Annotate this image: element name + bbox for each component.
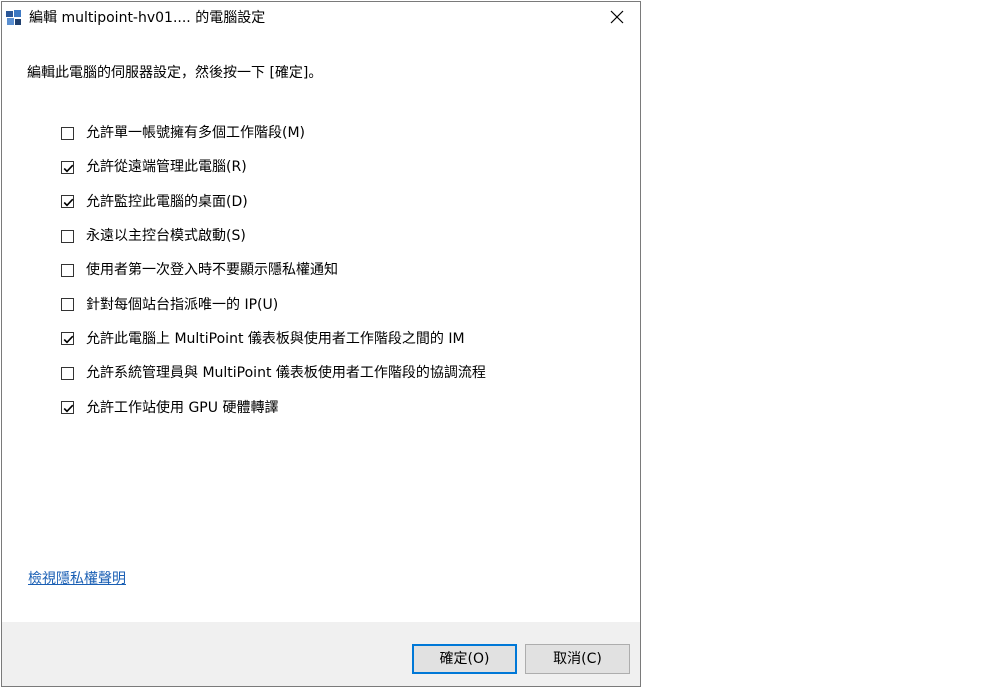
option-label: 針對每個站台指派唯一的 IP(U) <box>86 296 279 313</box>
settings-option[interactable]: 使用者第一次登入時不要顯示隱私權通知 <box>61 253 486 287</box>
ok-button[interactable]: 確定(O) <box>412 644 517 674</box>
checkbox-unchecked[interactable] <box>61 298 74 312</box>
option-label: 允許此電腦上 MultiPoint 儀表板與使用者工作階段之間的 IM <box>86 330 465 347</box>
settings-option[interactable]: 允許單一帳號擁有多個工作階段(M) <box>61 116 486 150</box>
computer-settings-dialog: 編輯 multipoint-hv01.... 的電腦設定 編輯此電腦的伺服器設定… <box>1 1 641 687</box>
checkbox-checked[interactable] <box>61 195 74 209</box>
settings-options-list: 允許單一帳號擁有多個工作階段(M) 允許從遠端管理此電腦(R) 允許監控此電腦的桌面… <box>61 116 486 425</box>
option-label: 永遠以主控台模式啟動(S) <box>86 228 246 245</box>
title-bar: 編輯 multipoint-hv01.... 的電腦設定 <box>2 2 640 34</box>
checkbox-unchecked[interactable] <box>61 126 74 140</box>
checkmark-icon <box>63 404 74 413</box>
checkbox-checked[interactable] <box>61 160 74 174</box>
checkbox-checked[interactable] <box>61 401 74 415</box>
option-label: 允許工作站使用 GPU 硬體轉譯 <box>86 399 279 416</box>
settings-option[interactable]: 允許從遠端管理此電腦(R) <box>61 150 486 184</box>
settings-option[interactable]: 允許此電腦上 MultiPoint 儀表板與使用者工作階段之間的 IM <box>61 322 486 356</box>
settings-option[interactable]: 針對每個站台指派唯一的 IP(U) <box>61 287 486 321</box>
checkbox-unchecked[interactable] <box>61 366 74 380</box>
settings-option[interactable]: 允許監控此電腦的桌面(D) <box>61 185 486 219</box>
option-label: 允許從遠端管理此電腦(R) <box>86 159 247 176</box>
checkbox-checked[interactable] <box>61 332 74 346</box>
option-label: 允許單一帳號擁有多個工作階段(M) <box>86 125 306 142</box>
settings-option[interactable]: 允許工作站使用 GPU 硬體轉譯 <box>61 390 486 424</box>
checkmark-icon <box>63 198 74 207</box>
close-button[interactable] <box>594 2 640 34</box>
settings-option[interactable]: 允許系統管理員與 MultiPoint 儀表板使用者工作階段的協調流程 <box>61 356 486 390</box>
checkmark-icon <box>63 336 74 344</box>
instruction-text: 編輯此電腦的伺服器設定，然後按一下 [確定]。 <box>27 65 323 81</box>
option-label: 允許系統管理員與 MultiPoint 儀表板使用者工作階段的協調流程 <box>86 365 486 382</box>
dialog-footer: 確定(O) 取消(C) <box>2 622 640 686</box>
option-label: 允許監控此電腦的桌面(D) <box>86 193 248 210</box>
checkbox-unchecked[interactable] <box>61 263 74 277</box>
cancel-button[interactable]: 取消(C) <box>525 644 630 674</box>
checkmark-icon <box>63 164 74 173</box>
settings-option[interactable]: 永遠以主控台模式啟動(S) <box>61 219 486 253</box>
close-icon <box>610 9 624 28</box>
multipoint-app-icon <box>5 9 23 27</box>
privacy-statement-link[interactable]: 檢視隱私權聲明 <box>28 570 126 588</box>
checkbox-unchecked[interactable] <box>61 229 74 243</box>
window-title: 編輯 multipoint-hv01.... 的電腦設定 <box>29 10 266 26</box>
option-label: 使用者第一次登入時不要顯示隱私權通知 <box>86 262 338 279</box>
